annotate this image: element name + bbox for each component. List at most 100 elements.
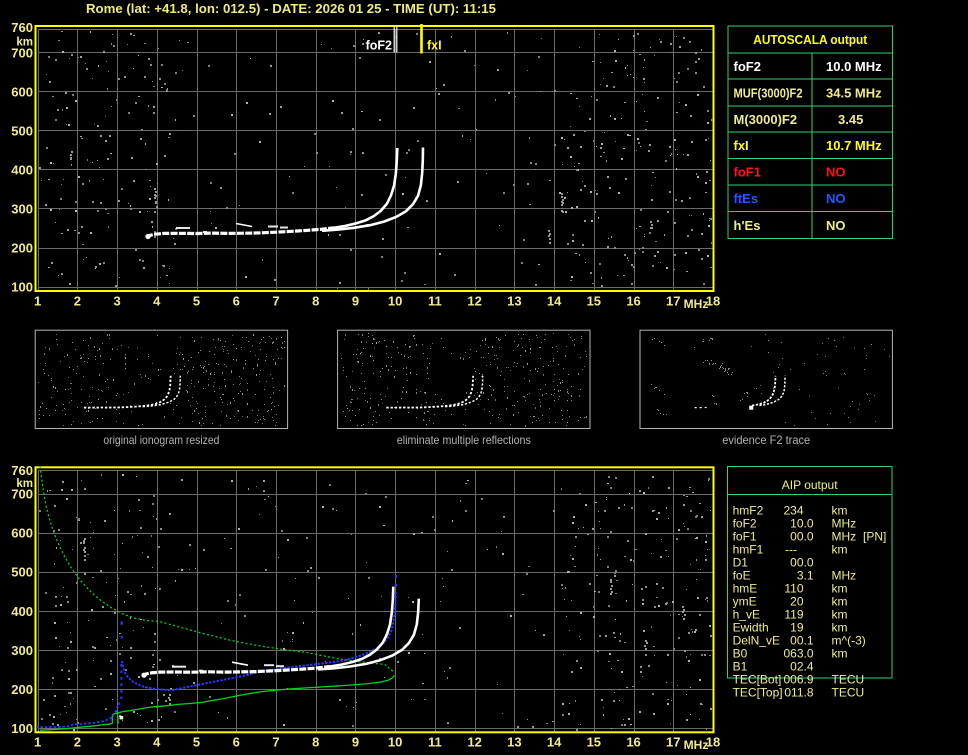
svg-text:500: 500 — [11, 123, 33, 138]
svg-text:8: 8 — [312, 294, 319, 309]
svg-text:km: km — [832, 595, 848, 609]
svg-text:12: 12 — [467, 294, 481, 309]
svg-text:17: 17 — [666, 294, 680, 309]
svg-text:3.45: 3.45 — [838, 112, 863, 127]
svg-text:00: 00 — [790, 530, 804, 544]
svg-text:00: 00 — [790, 556, 804, 570]
svg-text:TECU: TECU — [832, 673, 865, 687]
svg-text:.0: .0 — [804, 530, 814, 544]
svg-text:MHz: MHz — [684, 297, 709, 311]
svg-text:11: 11 — [428, 294, 442, 309]
svg-text:34.5 MHz: 34.5 MHz — [826, 85, 882, 100]
svg-text:500: 500 — [11, 565, 33, 580]
svg-text:700: 700 — [11, 487, 33, 502]
svg-text:02: 02 — [790, 660, 804, 674]
svg-text:B0: B0 — [733, 647, 748, 661]
svg-text:AUTOSCALA output: AUTOSCALA output — [753, 32, 868, 47]
svg-text:6: 6 — [233, 735, 240, 750]
svg-text:hmF2: hmF2 — [733, 504, 764, 518]
svg-text:.0: .0 — [804, 517, 814, 531]
svg-text:NO: NO — [826, 191, 846, 206]
svg-text:6: 6 — [233, 294, 240, 309]
svg-text:760: 760 — [11, 20, 33, 35]
svg-text:AIP output: AIP output — [782, 478, 838, 492]
svg-text:MHz: MHz — [832, 569, 857, 583]
svg-text:B1: B1 — [733, 660, 748, 674]
svg-text:3: 3 — [113, 735, 120, 750]
svg-text:10: 10 — [388, 294, 402, 309]
svg-text:h'Es: h'Es — [734, 218, 761, 233]
svg-text:Rome (lat: +41.8, lon: 012.5): Rome (lat: +41.8, lon: 012.5) - DATE: 20… — [86, 2, 496, 16]
svg-text:hmF1: hmF1 — [733, 543, 764, 557]
svg-text:fxI: fxI — [734, 138, 749, 153]
svg-text:fxI: fxI — [427, 39, 442, 53]
svg-text:00: 00 — [790, 634, 804, 648]
svg-text:200: 200 — [11, 241, 33, 256]
svg-text:.9: .9 — [804, 673, 814, 687]
svg-text:100: 100 — [11, 721, 33, 736]
svg-text:14: 14 — [547, 294, 562, 309]
svg-text:10: 10 — [388, 735, 402, 750]
svg-text:011: 011 — [784, 686, 803, 700]
svg-text:foF1: foF1 — [733, 530, 757, 544]
svg-text:13: 13 — [507, 294, 521, 309]
svg-text:8: 8 — [312, 735, 319, 750]
svg-text:20: 20 — [790, 595, 804, 609]
svg-text:eliminate multiple reflections: eliminate multiple reflections — [397, 433, 531, 447]
svg-text:760: 760 — [11, 463, 33, 478]
svg-text:600: 600 — [11, 84, 33, 99]
svg-text:km: km — [832, 582, 848, 596]
svg-text:3: 3 — [113, 294, 120, 309]
svg-text:10.0 MHz: 10.0 MHz — [826, 59, 882, 74]
svg-text:km: km — [832, 543, 848, 557]
svg-text:original ionogram resized: original ionogram resized — [103, 433, 219, 447]
svg-text:foF1: foF1 — [734, 165, 761, 180]
svg-text:14: 14 — [547, 735, 562, 750]
svg-text:100: 100 — [11, 280, 33, 295]
svg-text:MHz: MHz — [684, 738, 709, 752]
svg-text:Ewidth: Ewidth — [733, 621, 769, 635]
svg-text:DelN_vE: DelN_vE — [733, 634, 780, 648]
svg-text:M(3000)F2: M(3000)F2 — [734, 112, 798, 127]
svg-text:km: km — [832, 621, 848, 635]
svg-text:15: 15 — [587, 294, 601, 309]
svg-text:13: 13 — [507, 735, 521, 750]
svg-text:TEC[Top]: TEC[Top] — [733, 686, 783, 700]
svg-text:700: 700 — [11, 45, 33, 60]
svg-text:10: 10 — [790, 517, 804, 531]
svg-text:.8: .8 — [804, 686, 814, 700]
svg-text:.0: .0 — [804, 556, 814, 570]
svg-text:[PN]: [PN] — [863, 530, 886, 544]
svg-text:hmE: hmE — [733, 582, 758, 596]
svg-text:10.7 MHz: 10.7 MHz — [826, 138, 882, 153]
svg-text:4: 4 — [153, 294, 161, 309]
svg-text:D1: D1 — [733, 556, 749, 570]
svg-text:300: 300 — [11, 643, 33, 658]
svg-text:ftEs: ftEs — [734, 191, 759, 206]
svg-text:5: 5 — [193, 735, 200, 750]
svg-text:.0: .0 — [804, 647, 814, 661]
svg-text:110: 110 — [784, 582, 803, 596]
svg-text:km: km — [832, 608, 848, 622]
svg-text:ymE: ymE — [733, 595, 757, 609]
svg-text:.4: .4 — [804, 660, 814, 674]
svg-text:200: 200 — [11, 682, 33, 697]
svg-text:16: 16 — [626, 294, 640, 309]
svg-text:119: 119 — [784, 608, 803, 622]
svg-text:foF2: foF2 — [733, 517, 757, 531]
svg-text:11: 11 — [428, 735, 442, 750]
svg-text:.1: .1 — [804, 569, 814, 583]
svg-text:400: 400 — [11, 604, 33, 619]
svg-text:MUF(3000)F2: MUF(3000)F2 — [734, 85, 803, 100]
svg-text:600: 600 — [11, 526, 33, 541]
svg-text:7: 7 — [272, 294, 279, 309]
svg-text:006: 006 — [783, 673, 803, 687]
svg-text:234: 234 — [783, 504, 803, 518]
svg-text:NO: NO — [826, 218, 846, 233]
svg-text:m^(-3): m^(-3) — [832, 634, 866, 648]
svg-text:9: 9 — [352, 735, 359, 750]
svg-text:foE: foE — [733, 569, 751, 583]
svg-text:9: 9 — [352, 294, 359, 309]
svg-text:1: 1 — [34, 294, 41, 309]
svg-text:7: 7 — [272, 735, 279, 750]
